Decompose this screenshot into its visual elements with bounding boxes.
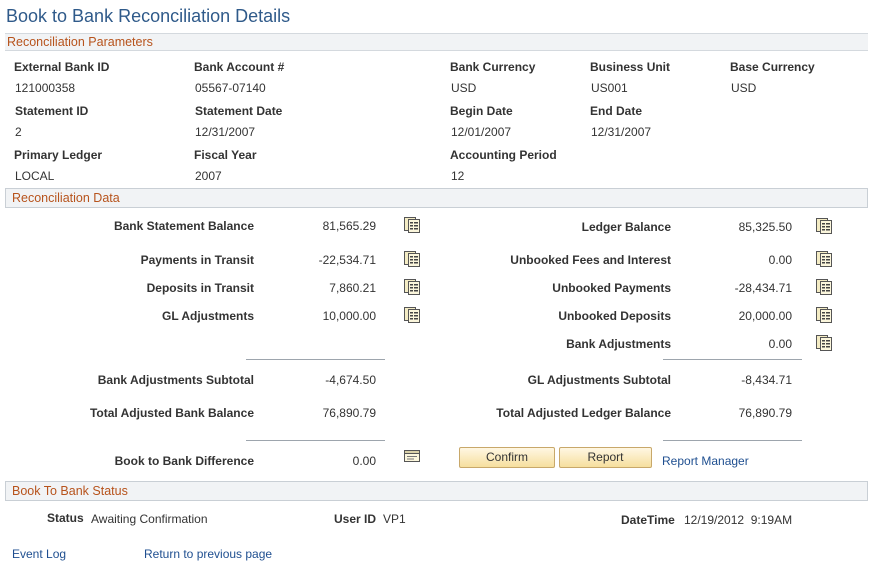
bank-account-label: Bank Account #	[194, 60, 285, 74]
fiscal-year-label: Fiscal Year	[194, 148, 257, 162]
ledger-balance-value: 85,325.50	[738, 220, 792, 234]
deposits-in-transit-detail-icon[interactable]	[404, 279, 420, 295]
total-adjusted-ledger-balance-label: Total Adjusted Ledger Balance	[496, 406, 671, 420]
end-date-value: 12/31/2007	[591, 125, 652, 139]
bank-subtotal-divider	[246, 359, 385, 360]
gl-subtotal-divider	[663, 359, 802, 360]
gl-adjustments-label: GL Adjustments	[161, 309, 254, 323]
unbooked-payments-label: Unbooked Payments	[552, 281, 671, 295]
unbooked-deposits-label: Unbooked Deposits	[558, 309, 671, 323]
report-button[interactable]: Report	[559, 447, 652, 468]
base-currency-label: Base Currency	[730, 60, 815, 74]
bank-adjustments-detail-icon[interactable]	[816, 335, 832, 351]
bank-statement-balance-label: Bank Statement Balance	[113, 219, 254, 233]
book-to-bank-difference-label: Book to Bank Difference	[114, 454, 254, 468]
external-bank-id-value: 121000358	[15, 81, 76, 95]
deposits-in-transit-value: 7,860.21	[329, 281, 376, 295]
fiscal-year-value: 2007	[195, 169, 222, 183]
status-value: Awaiting Confirmation	[91, 512, 208, 526]
primary-ledger-label: Primary Ledger	[14, 148, 103, 162]
bank-account-value: 05567-07140	[195, 81, 266, 95]
unbooked-deposits-value: 20,000.00	[738, 309, 792, 323]
status-label: Status	[47, 511, 84, 525]
bank-statement-detail-icon[interactable]	[404, 217, 420, 233]
payments-in-transit-value: -22,534.71	[318, 253, 376, 267]
ledger-balance-label: Ledger Balance	[581, 220, 671, 234]
bank-adjustments-label: Bank Adjustments	[566, 337, 671, 351]
datetime-label: DateTime	[621, 513, 675, 527]
unbooked-fees-detail-icon[interactable]	[816, 251, 832, 267]
total-adjusted-bank-balance-label: Total Adjusted Bank Balance	[89, 406, 254, 420]
bank-total-divider	[246, 440, 385, 441]
gl-adjustments-subtotal-value: -8,434.71	[741, 373, 792, 387]
book-to-bank-difference-value: 0.00	[352, 454, 376, 468]
begin-date-label: Begin Date	[450, 104, 513, 118]
ledger-balance-detail-icon[interactable]	[816, 218, 832, 234]
gl-adjustments-subtotal-label: GL Adjustments Subtotal	[527, 373, 671, 387]
unbooked-fees-value: 0.00	[768, 253, 792, 267]
payments-in-transit-detail-icon[interactable]	[404, 251, 420, 267]
bank-adjustments-value: 0.00	[768, 337, 792, 351]
notepad-icon[interactable]	[404, 448, 420, 464]
ledger-total-divider	[663, 440, 802, 441]
return-to-previous-page-link[interactable]: Return to previous page	[144, 547, 272, 561]
statement-id-value: 2	[15, 125, 22, 139]
primary-ledger-value: LOCAL	[15, 169, 55, 183]
bank-adjustments-subtotal-value: -4,674.50	[325, 373, 376, 387]
gl-adjustments-detail-icon[interactable]	[404, 307, 420, 323]
user-id-value: VP1	[383, 512, 406, 526]
report-manager-link[interactable]: Report Manager	[662, 454, 749, 468]
user-id-label: User ID	[334, 512, 377, 526]
total-adjusted-bank-balance-value: 76,890.79	[322, 406, 376, 420]
begin-date-value: 12/01/2007	[451, 125, 512, 139]
gl-adjustments-value: 10,000.00	[322, 309, 376, 323]
business-unit-value: US001	[591, 81, 628, 95]
payments-in-transit-label: Payments in Transit	[140, 253, 254, 267]
unbooked-payments-detail-icon[interactable]	[816, 279, 832, 295]
end-date-label: End Date	[590, 104, 643, 118]
statement-id-label: Statement ID	[15, 104, 89, 118]
confirm-button[interactable]: Confirm	[459, 447, 555, 468]
deposits-in-transit-label: Deposits in Transit	[146, 281, 254, 295]
page-title: Book to Bank Reconciliation Details	[6, 6, 291, 26]
statement-date-value: 12/31/2007	[195, 125, 256, 139]
business-unit-label: Business Unit	[590, 60, 671, 74]
bank-adjustments-subtotal-label: Bank Adjustments Subtotal	[97, 373, 254, 387]
section-reconciliation-data: Reconciliation Data	[5, 188, 868, 208]
statement-date-label: Statement Date	[195, 104, 283, 118]
datetime-value: 12/19/2012 9:19AM	[684, 513, 793, 527]
event-log-link[interactable]: Event Log	[12, 547, 66, 561]
unbooked-payments-value: -28,434.71	[734, 281, 792, 295]
total-adjusted-ledger-balance-value: 76,890.79	[738, 406, 792, 420]
accounting-period-label: Accounting Period	[450, 148, 557, 162]
section-reconciliation-parameters: Reconciliation Parameters	[5, 33, 868, 51]
bank-currency-value: USD	[451, 81, 477, 95]
accounting-period-value: 12	[451, 169, 465, 183]
unbooked-fees-label: Unbooked Fees and Interest	[510, 253, 671, 267]
bank-statement-balance-value: 81,565.29	[322, 219, 376, 233]
base-currency-value: USD	[731, 81, 757, 95]
external-bank-id-label: External Bank ID	[14, 60, 110, 74]
section-book-to-bank-status: Book To Bank Status	[5, 481, 868, 501]
unbooked-deposits-detail-icon[interactable]	[816, 307, 832, 323]
bank-currency-label: Bank Currency	[450, 60, 536, 74]
